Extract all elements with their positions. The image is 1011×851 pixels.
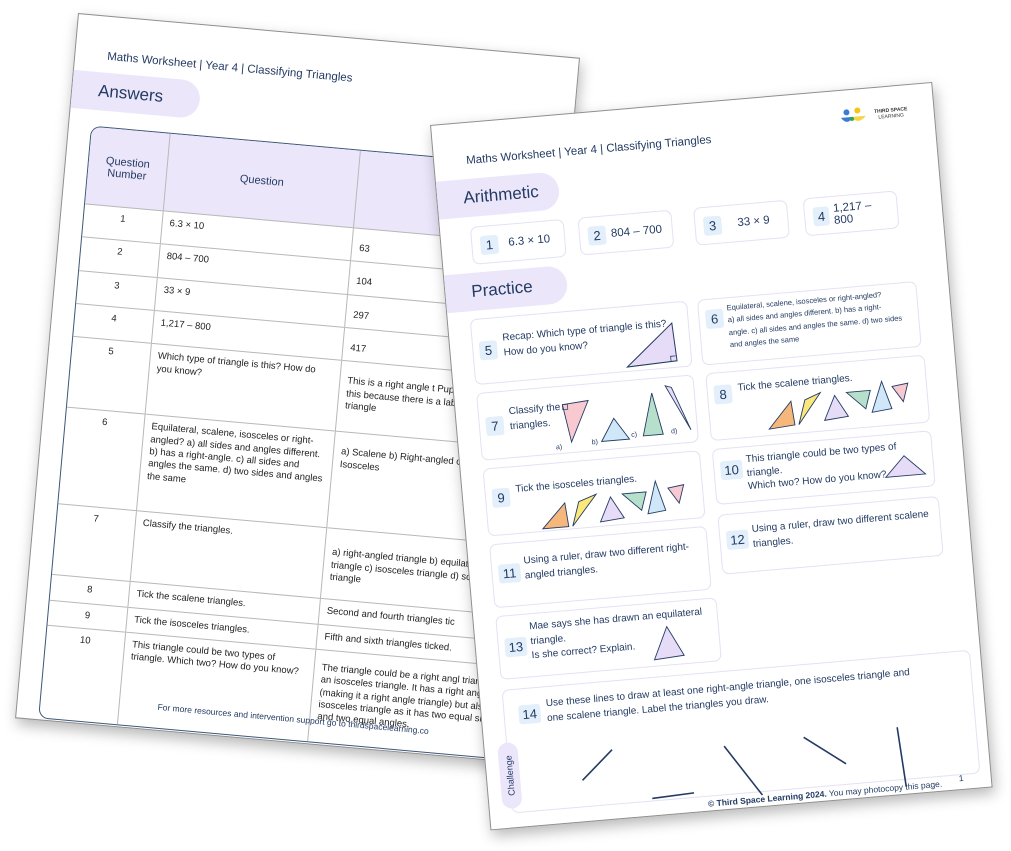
question-card-6: 6 Equilateral, scalene, isosceles or rig… (696, 281, 922, 366)
logo-text: THIRD SPACE LEARNING (874, 106, 908, 121)
label-b: b) (591, 439, 598, 447)
arithmetic-expression: 6.3 × 10 (507, 233, 551, 249)
label-d: d) (671, 428, 678, 436)
row-question: This triangle could be two types of tria… (117, 632, 316, 742)
question-number-badge: 6 (704, 308, 725, 330)
equilateral-triangle-figure (653, 625, 685, 661)
arithmetic-expression: 804 – 700 (610, 223, 663, 240)
right-triangle-figure (625, 322, 678, 368)
question-number-badge: 10 (719, 459, 744, 481)
question-card-13: 13 Mae says she has drawn an equilateral… (495, 597, 722, 680)
classify-triangles-figure: a) b) c) d) (556, 385, 692, 452)
row-num: 10 (39, 625, 126, 725)
third-space-learning-logo: THIRD SPACE LEARNING (840, 103, 909, 127)
question-number-badge: 4 (812, 205, 831, 227)
triangle-a (561, 399, 589, 444)
col-question-number: Question Number (85, 126, 171, 211)
line-segment (723, 745, 764, 796)
triangle-b (600, 417, 631, 443)
question-number-badge: 11 (497, 562, 522, 584)
answers-title-text: Answers (97, 81, 164, 106)
line-segment (896, 727, 908, 787)
practice-section-title: Practice (443, 264, 569, 314)
question-number-badge: 12 (725, 529, 750, 551)
question-number-badge: 7 (485, 415, 505, 437)
row-num: 5 (66, 336, 152, 415)
label-a: a) (556, 444, 563, 452)
question-card-8: 8 Tick the scalene triangles. (705, 354, 931, 442)
question-text: Equilateral, scalene, isosceles or right… (726, 287, 903, 351)
arithmetic-title-text: Arithmetic (462, 181, 540, 208)
question-text: Using a ruler, draw two different right-… (523, 540, 691, 583)
row-num: 6 (58, 407, 146, 512)
question-text: Using a ruler, draw two different scalen… (751, 508, 931, 552)
arithmetic-item: 2 804 – 700 (577, 209, 675, 256)
question-number-badge: 13 (504, 636, 528, 658)
question-text: This triangle could be two types of tria… (745, 440, 899, 493)
question-number-badge: 1 (479, 234, 500, 255)
page-number: 1 (958, 772, 964, 784)
arithmetic-item: 3 33 × 9 (693, 199, 790, 246)
question-number-badge: 8 (713, 384, 733, 405)
question-number-badge: 9 (491, 487, 511, 509)
question-card-5: 5 Recap: Which type of triangle is this?… (469, 300, 693, 386)
triangle-c (642, 392, 664, 437)
question-number-badge: 3 (702, 214, 723, 236)
worksheet-page: THIRD SPACE LEARNING Maths Worksheet | Y… (430, 81, 993, 831)
practice-title-text: Practice (470, 276, 534, 302)
arithmetic-section-title: Arithmetic (435, 171, 561, 220)
arithmetic-expression: 1,217 – 800 (832, 199, 872, 227)
triangle-d (664, 385, 692, 431)
question-number-badge: 2 (587, 224, 607, 246)
row-num: 7 (51, 504, 137, 582)
question-card-7: 7 Classify the triangles. a) b) c) d) (476, 374, 700, 461)
arithmetic-item: 1 6.3 × 10 (469, 218, 567, 265)
logo-icon (841, 107, 867, 122)
line-segment (803, 736, 847, 765)
question-card-10: 10 This triangle could be two types of t… (711, 430, 936, 505)
question-text: Classify the triangles. (508, 401, 562, 434)
label-c: c) (631, 431, 637, 438)
question-number-badge: 5 (478, 340, 499, 361)
answers-section-title: Answers (70, 69, 202, 120)
line-segment (581, 749, 613, 781)
worksheet-header: Maths Worksheet | Year 4 | Classifying T… (465, 134, 712, 168)
question-card-11: 11 Using a ruler, draw two different rig… (489, 525, 712, 609)
line-segment (652, 792, 695, 800)
right-isosceles-triangle-figure (884, 455, 927, 478)
row-question: Equilateral, scalene, isosceles or right… (136, 414, 336, 529)
arithmetic-expression: 33 × 9 (736, 214, 771, 230)
question-card-12: 12 Using a ruler, draw two different sca… (717, 495, 944, 575)
question-card-9: 9 Tick the isosceles triangles. (482, 450, 706, 537)
arithmetic-item: 4 1,217 – 800 (802, 190, 900, 237)
